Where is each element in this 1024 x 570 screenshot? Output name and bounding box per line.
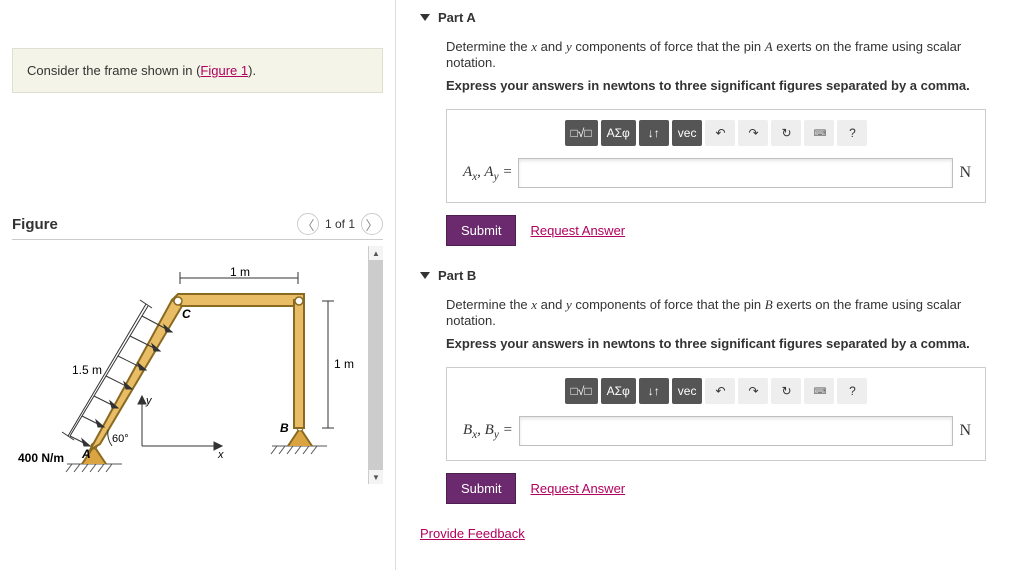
part-b-unit: N [959,422,975,440]
part-b-toolbar: □√□ ΑΣφ ↓↑ vec ↶ ↷ ↻ ⌨ ? [457,378,975,404]
pin-b-label: B [280,421,289,435]
part-a-toolbar: □√□ ΑΣφ ↓↑ vec ↶ ↷ ↻ ⌨ ? [457,120,975,146]
vec-button[interactable]: vec [672,120,703,146]
subsup-button[interactable]: ↓↑ [639,378,669,404]
vec-button[interactable]: vec [672,378,703,404]
part-b-answer-box: □√□ ΑΣφ ↓↑ vec ↶ ↷ ↻ ⌨ ? Bx, By = N [446,367,986,461]
figure-panel: 1 m 1 m 1.5 m 60° 400 N/m A B C x y ▲ ▼ [12,239,383,484]
part-b-question: Determine the x and y components of forc… [446,297,1012,328]
subsup-button[interactable]: ↓↑ [639,120,669,146]
pin-c-label: C [182,307,191,321]
part-a-answer-box: □√□ ΑΣφ ↓↑ vec ↶ ↷ ↻ ⌨ ? Ax, Ay = N [446,109,986,203]
part-a-instruction: Express your answers in newtons to three… [446,78,1012,93]
redo-button[interactable]: ↷ [738,120,768,146]
redo-button[interactable]: ↷ [738,378,768,404]
part-b-input[interactable] [519,416,954,446]
part-a-request-answer-link[interactable]: Request Answer [530,223,625,238]
part-b-header[interactable]: Part B [420,262,1012,289]
part-a-question: Determine the x and y components of forc… [446,39,1012,70]
problem-intro: Consider the frame shown in (Figure 1). [12,48,383,93]
figure-prev-button[interactable]: 〈 [297,213,319,235]
dim-right-label: 1 m [334,357,354,371]
pin-a-label: A [81,447,91,461]
part-a-input[interactable] [518,158,953,188]
frame-diagram: 1 m 1 m 1.5 m 60° 400 N/m A B C x y [12,246,367,481]
part-a-submit-button[interactable]: Submit [446,215,516,246]
reset-button[interactable]: ↻ [771,378,801,404]
part-a-var-label: Ax, Ay = [457,164,512,183]
undo-button[interactable]: ↶ [705,378,735,404]
provide-feedback-link[interactable]: Provide Feedback [420,526,525,541]
part-a-title: Part A [438,10,476,25]
part-b-title: Part B [438,268,476,283]
templates-button[interactable]: □√□ [565,378,598,404]
figure-link[interactable]: Figure 1 [200,63,248,78]
caret-down-icon [420,14,430,21]
part-b-instruction: Express your answers in newtons to three… [446,336,1012,351]
part-b-submit-button[interactable]: Submit [446,473,516,504]
figure-count: 1 of 1 [325,217,355,231]
greek-button[interactable]: ΑΣφ [601,120,636,146]
intro-prefix: Consider the frame shown in ( [27,63,200,78]
keyboard-button[interactable]: ⌨ [804,378,834,404]
undo-button[interactable]: ↶ [705,120,735,146]
part-b-request-answer-link[interactable]: Request Answer [530,481,625,496]
axis-x-label: x [217,449,224,461]
load-label: 400 N/m [18,451,64,465]
reset-button[interactable]: ↻ [771,120,801,146]
figure-title: Figure [12,216,58,233]
part-b-var-label: Bx, By = [457,422,513,441]
axis-y-label: y [145,395,153,407]
figure-scrollbar[interactable]: ▲ ▼ [368,246,383,484]
dim-left-label: 1.5 m [72,363,102,377]
angle-label: 60° [112,433,129,445]
intro-suffix: ). [248,63,256,78]
scroll-down-icon[interactable]: ▼ [369,470,383,484]
caret-down-icon [420,272,430,279]
templates-button[interactable]: □√□ [565,120,598,146]
figure-pager: 〈 1 of 1 〉 [297,213,383,235]
part-a-unit: N [959,164,975,182]
help-button[interactable]: ? [837,378,867,404]
figure-next-button[interactable]: 〉 [361,213,383,235]
greek-button[interactable]: ΑΣφ [601,378,636,404]
dim-top-label: 1 m [230,265,250,279]
scroll-up-icon[interactable]: ▲ [369,246,383,260]
part-a-header[interactable]: Part A [420,4,1012,31]
help-button[interactable]: ? [837,120,867,146]
keyboard-button[interactable]: ⌨ [804,120,834,146]
